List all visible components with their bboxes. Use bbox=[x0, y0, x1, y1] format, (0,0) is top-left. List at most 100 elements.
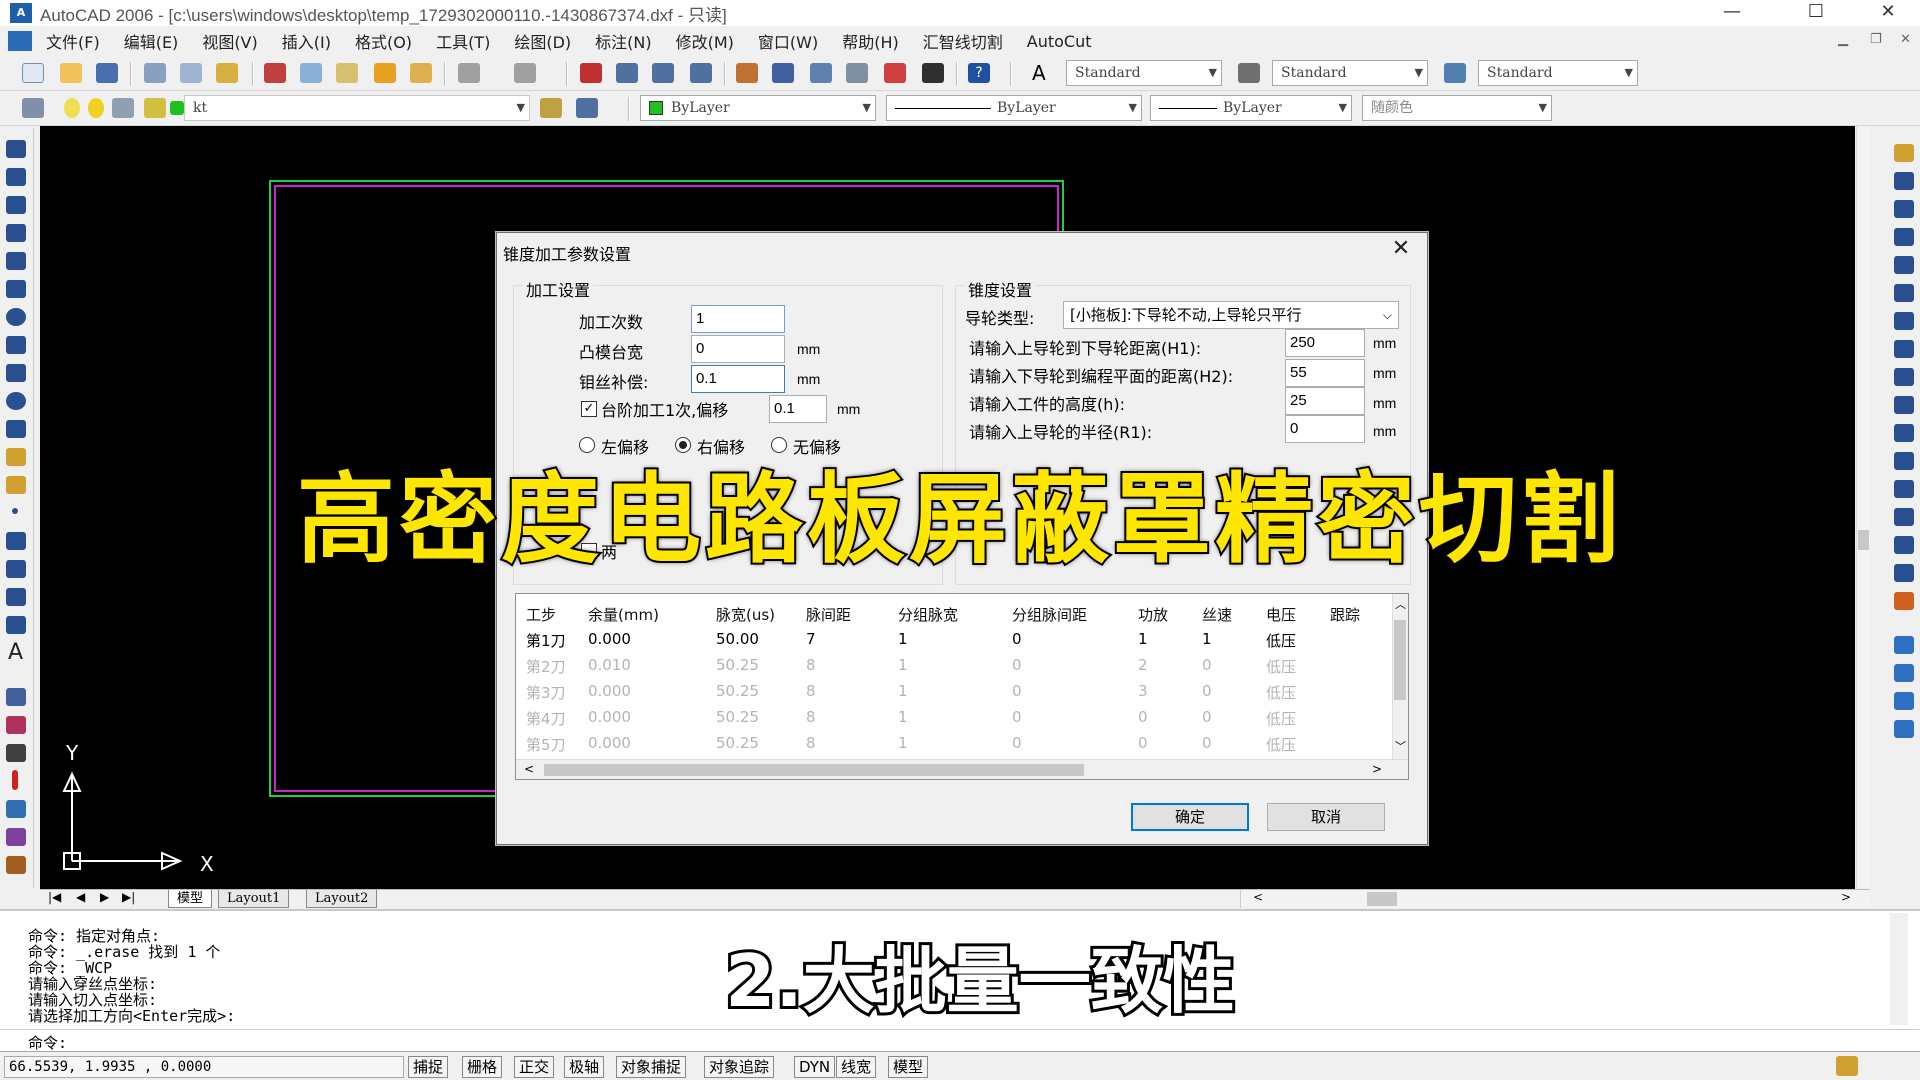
table-cell[interactable]: 0 bbox=[1012, 656, 1022, 674]
menu-view[interactable]: 视图(V) bbox=[202, 29, 257, 53]
close-window-button[interactable]: ✕ bbox=[1856, 0, 1920, 26]
table-cell[interactable]: 0 bbox=[1202, 682, 1212, 700]
huizhi-alert-icon[interactable] bbox=[12, 770, 18, 790]
doc-close-button[interactable]: ✕ bbox=[1900, 32, 1911, 47]
draworder-back-icon[interactable] bbox=[1894, 664, 1914, 682]
table-row-step-cell[interactable]: 第3刀 bbox=[526, 682, 566, 703]
help-icon[interactable]: ? bbox=[968, 63, 990, 83]
multiline-text-icon[interactable]: A bbox=[8, 640, 28, 665]
r1-input[interactable]: 0 bbox=[1285, 415, 1365, 443]
scale-icon[interactable] bbox=[1894, 340, 1914, 358]
spline-icon[interactable] bbox=[6, 364, 26, 382]
copy-icon[interactable] bbox=[300, 63, 322, 83]
layer-viewport-icon[interactable] bbox=[112, 98, 134, 118]
zoom-previous-icon[interactable] bbox=[690, 63, 712, 83]
block-editor-icon[interactable] bbox=[410, 63, 432, 83]
table-cell[interactable]: 0 bbox=[1012, 734, 1022, 752]
maximize-button[interactable]: ☐ bbox=[1784, 0, 1848, 26]
dim-style-select[interactable]: Standard ▼ bbox=[1272, 60, 1428, 86]
array-icon[interactable] bbox=[1894, 256, 1914, 274]
table-style-select[interactable]: Standard ▼ bbox=[1478, 60, 1638, 86]
table-cell[interactable]: 0 bbox=[1202, 734, 1212, 752]
publish-icon[interactable] bbox=[216, 63, 238, 83]
lineweight-toggle[interactable]: 线宽 bbox=[836, 1056, 877, 1078]
table-cell[interactable]: 低压 bbox=[1266, 656, 1296, 677]
table-cell[interactable]: 50.25 bbox=[716, 734, 759, 752]
table-row-step-cell[interactable]: 第4刀 bbox=[526, 708, 566, 729]
new-icon[interactable] bbox=[22, 63, 44, 83]
move-icon[interactable] bbox=[1894, 284, 1914, 302]
layer-freeze-icon[interactable] bbox=[88, 98, 104, 118]
rotate-icon[interactable] bbox=[1894, 312, 1914, 330]
table-cell[interactable]: 0.000 bbox=[588, 734, 631, 752]
table-horizontal-scrollbar[interactable]: < > bbox=[516, 759, 1408, 779]
region-icon[interactable] bbox=[6, 588, 26, 606]
table-cell[interactable]: 50.25 bbox=[716, 656, 759, 674]
tab-nav-prev-icon[interactable]: ◀ bbox=[76, 890, 85, 904]
table-cell[interactable]: 低压 bbox=[1266, 708, 1296, 729]
step-offset-input[interactable]: 0.1 bbox=[769, 395, 827, 423]
layer-on-icon[interactable] bbox=[64, 98, 80, 118]
table-cell[interactable]: 50.00 bbox=[716, 630, 759, 648]
command-prompt[interactable]: 命令: bbox=[28, 1032, 67, 1053]
circle-icon[interactable] bbox=[6, 308, 26, 326]
table-cell[interactable]: 1 bbox=[898, 656, 908, 674]
construction-line-icon[interactable] bbox=[6, 168, 26, 186]
dyn-toggle[interactable]: DYN bbox=[794, 1056, 836, 1078]
table-cell[interactable]: 低压 bbox=[1266, 682, 1296, 703]
lineweight-select[interactable]: ByLayer ▼ bbox=[1150, 95, 1352, 121]
snap-toggle[interactable]: 捕捉 bbox=[408, 1056, 449, 1078]
table-cell[interactable]: 1 bbox=[898, 682, 908, 700]
table-cell[interactable]: 低压 bbox=[1266, 734, 1296, 755]
rectangle-icon[interactable] bbox=[6, 252, 26, 270]
lock-icon[interactable] bbox=[1836, 1056, 1858, 1076]
scroll-down-icon[interactable]: ﹀ bbox=[1395, 738, 1406, 754]
table-cell[interactable]: 50.25 bbox=[716, 682, 759, 700]
table-cell[interactable]: 1 bbox=[898, 734, 908, 752]
scroll-left-icon[interactable]: < bbox=[1253, 890, 1263, 904]
scroll-left-icon[interactable]: < bbox=[524, 762, 534, 776]
scroll-right-icon[interactable]: > bbox=[1372, 762, 1382, 776]
table-cell[interactable]: 1 bbox=[898, 630, 908, 648]
table-cell[interactable]: 低压 bbox=[1266, 630, 1296, 651]
table-row-step-cell[interactable]: 第5刀 bbox=[526, 734, 566, 755]
linetype-select[interactable]: ByLayer ▼ bbox=[886, 95, 1142, 121]
dim-style-icon[interactable] bbox=[1238, 63, 1260, 83]
draworder-front-icon[interactable] bbox=[1894, 636, 1914, 654]
huizhi-tool-6-icon[interactable] bbox=[6, 856, 26, 874]
otrack-toggle[interactable]: 对象追踪 bbox=[704, 1056, 775, 1078]
scrollbar-thumb[interactable] bbox=[544, 764, 1084, 776]
text-style-icon[interactable]: A bbox=[1032, 63, 1054, 83]
plot-style-select[interactable]: 随颜色 ▼ bbox=[1362, 95, 1552, 121]
table-cell[interactable]: 0 bbox=[1012, 708, 1022, 726]
tab-layout2[interactable]: Layout2 bbox=[306, 890, 378, 908]
huizhi-tool-4-icon[interactable] bbox=[6, 800, 26, 818]
osnap-toggle[interactable]: 对象捕捉 bbox=[616, 1056, 687, 1078]
menu-insert[interactable]: 插入(I) bbox=[282, 29, 331, 53]
table-icon[interactable] bbox=[6, 616, 26, 634]
table-cell[interactable]: 3 bbox=[1138, 682, 1148, 700]
menu-edit[interactable]: 编辑(E) bbox=[124, 29, 179, 53]
h-input[interactable]: 25 bbox=[1285, 387, 1365, 415]
color-select[interactable]: ByLayer ▼ bbox=[640, 95, 876, 121]
menu-huizhi[interactable]: 汇智线切割 bbox=[923, 29, 1003, 53]
draworder-under-icon[interactable] bbox=[1894, 720, 1914, 738]
stretch-icon[interactable] bbox=[1894, 368, 1914, 386]
text-style-select[interactable]: Standard ▼ bbox=[1066, 60, 1222, 86]
sheet-set-icon[interactable] bbox=[846, 63, 868, 83]
markup-icon[interactable] bbox=[884, 63, 906, 83]
revision-cloud-icon[interactable] bbox=[6, 336, 26, 354]
table-cell[interactable]: 1 bbox=[898, 708, 908, 726]
table-row-step-cell[interactable]: 第1刀 bbox=[526, 630, 566, 651]
dialog-close-button[interactable]: ✕ bbox=[1383, 235, 1419, 263]
table-cell[interactable]: 1 bbox=[1138, 630, 1148, 648]
ellipse-arc-icon[interactable] bbox=[6, 420, 26, 438]
mirror-icon[interactable] bbox=[1894, 200, 1914, 218]
tab-nav-last-icon[interactable]: ▶| bbox=[122, 890, 135, 904]
calculator-icon[interactable] bbox=[922, 63, 944, 83]
match-properties-icon[interactable] bbox=[374, 63, 396, 83]
doc-minimize-button[interactable]: ▁ bbox=[1838, 32, 1848, 47]
open-icon[interactable] bbox=[60, 63, 82, 83]
table-cell[interactable]: 0.000 bbox=[588, 630, 631, 648]
h1-input[interactable]: 250 bbox=[1285, 329, 1365, 357]
